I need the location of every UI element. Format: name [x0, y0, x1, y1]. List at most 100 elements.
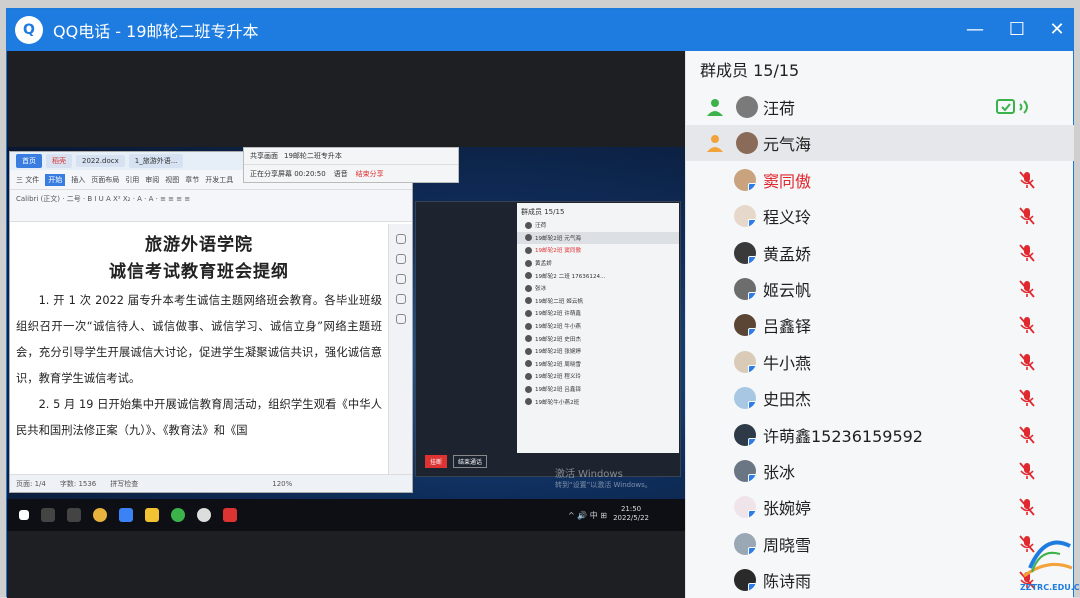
member-row[interactable]: 汪荷 — [686, 89, 1074, 125]
doc-heading: 旅游外语学院 — [145, 235, 253, 255]
remote-member-name: 19邮轮2班 许萌鑫 — [535, 311, 582, 318]
member-row[interactable]: 吕鑫铎 — [686, 307, 1074, 343]
avatar — [736, 132, 758, 155]
member-name: 吕鑫铎 — [763, 317, 812, 337]
host-user-icon — [707, 99, 723, 116]
activate-subtitle: 转到“设置”以激活 Windows。 — [555, 481, 652, 489]
device-badge-icon — [748, 255, 756, 264]
device-badge-icon — [748, 182, 756, 191]
taskbar-clock: 21:50 2022/5/22 — [613, 505, 649, 523]
remote-hangup-button: 挂断 — [425, 455, 448, 468]
member-row[interactable]: 元气海 — [686, 125, 1074, 162]
mic-off-icon[interactable] — [1018, 170, 1036, 190]
remote-member-item: 19邮轮2班 牛小燕 — [517, 320, 679, 333]
member-name: 汪荷 — [763, 99, 796, 118]
member-name: 周晓雪 — [763, 535, 812, 555]
remote-member-item: 张冰 — [517, 282, 679, 295]
remote-avatar-icon — [525, 322, 532, 330]
remote-member-name: 张冰 — [535, 286, 547, 293]
task-view-icon — [67, 508, 81, 522]
remote-taskbar: ^ 🔊 中 ⊞ 21:50 2022/5/22 — [7, 499, 685, 531]
doc-menu-item: 视图 — [165, 175, 180, 184]
mic-off-icon[interactable] — [1018, 461, 1036, 481]
close-button[interactable]: ✕ — [1043, 17, 1071, 43]
remote-member-list: 汪荷 19邮轮2班 元气海 19邮轮2班 窦同傲 黄孟娇 19邮轮2 二班 176361… — [517, 219, 679, 408]
remote-avatar-icon — [525, 335, 532, 343]
avatar — [734, 314, 756, 337]
remote-end-button: 结束通话 — [453, 455, 488, 468]
member-panel: 群成员 15/15 汪荷元气海 窦同傲 程义玲 黄孟娇姬云帆吕鑫铎牛小燕 史田杰许萌鑫1… — [685, 51, 1074, 598]
doc-menu-item: 开发工具 — [205, 175, 234, 184]
title-bar[interactable]: Q QQ电话 - 19邮轮二班专升本 — ☐ ✕ — [7, 9, 1073, 51]
device-badge-icon — [748, 219, 756, 228]
remote-avatar-icon — [525, 347, 532, 355]
remote-member-item: 19邮轮2班 许萌鑫 — [517, 307, 679, 320]
share-tab: 共享画面 — [250, 152, 278, 160]
avatar — [734, 278, 756, 300]
device-badge-icon — [748, 328, 756, 337]
video-area[interactable]: 群成员 15/15 汪荷 19邮轮2班 元气海 19邮轮2班 窦同傲 黄孟娇 19邮轮2… — [7, 51, 685, 598]
remote-member-item: 19邮轮牛小燕2班 — [517, 395, 679, 408]
wps-icon — [223, 508, 237, 522]
system-tray: ^ 🔊 中 ⊞ — [568, 511, 607, 520]
share-status: 正在分享屏幕 00:20:50 — [250, 169, 326, 178]
remote-member-name: 19邮轮2班 元气海 — [535, 235, 582, 242]
mic-off-icon[interactable] — [1018, 243, 1036, 263]
mic-off-icon[interactable] — [1018, 352, 1036, 372]
pen-icon — [395, 234, 406, 244]
remote-avatar-icon — [525, 372, 532, 380]
maximize-button[interactable]: ☐ — [1003, 17, 1031, 43]
minimize-button[interactable]: — — [961, 17, 989, 43]
member-row[interactable]: 程义玲 — [686, 198, 1074, 234]
member-name: 许萌鑫15236159592 — [763, 426, 923, 446]
member-row[interactable]: 许萌鑫15236159592 — [686, 417, 1074, 453]
mic-off-icon[interactable] — [1018, 315, 1036, 335]
mic-off-icon[interactable] — [1018, 425, 1036, 445]
remote-avatar-icon — [525, 246, 532, 254]
remote-member-title: 群成员 15/15 — [521, 208, 565, 216]
member-name: 张冰 — [763, 463, 796, 482]
remote-avatar-icon — [525, 221, 532, 229]
mic-off-icon[interactable] — [1018, 279, 1036, 299]
remote-member-name: 19邮轮2班 张婉婷 — [535, 349, 582, 356]
member-panel-title: 群成员 15/15 — [700, 61, 800, 80]
member-row[interactable]: 姬云帆 — [686, 271, 1074, 307]
device-badge-icon — [748, 474, 756, 482]
speaking-icon — [996, 99, 1028, 114]
wechat-icon — [171, 508, 185, 522]
doc-tab: 稻壳 — [46, 154, 72, 168]
shared-screen[interactable]: 群成员 15/15 汪荷 19邮轮2班 元气海 19邮轮2班 窦同傲 黄孟娇 19邮轮2… — [7, 147, 685, 531]
share-stop: 结束分享 — [355, 169, 384, 178]
mic-off-icon[interactable] — [1018, 388, 1036, 408]
member-row[interactable]: 史田杰 — [686, 380, 1074, 416]
member-row[interactable]: 牛小燕 — [686, 344, 1074, 380]
device-badge-icon — [748, 583, 756, 592]
page-count: 页面: 1/4 — [16, 479, 46, 488]
mic-off-icon[interactable] — [1018, 497, 1036, 517]
avatar — [734, 387, 756, 410]
member-name: 张婉婷 — [763, 499, 812, 519]
member-row[interactable]: 黄孟娇 — [686, 235, 1074, 271]
window-title: QQ电话 - 19邮轮二班专升本 — [53, 18, 259, 42]
title-separator: - — [110, 22, 127, 41]
member-row[interactable]: 窦同傲 — [686, 162, 1074, 198]
mic-off-icon[interactable] — [1018, 206, 1036, 226]
remote-call-buttons: 挂断 结束通话 — [425, 455, 488, 468]
remote-avatar-icon — [525, 284, 532, 292]
remote-document-window: 首页 稻壳 2022.docx 1_旅游外语... 三 文件 开始 插入 页面布… — [9, 151, 413, 493]
doc-menu-item: 开始 — [45, 173, 66, 186]
remote-member-name: 19邮轮2班 周晓雪 — [535, 361, 582, 368]
cursor-icon — [395, 254, 406, 264]
spell-check: 拼写检查 — [110, 479, 139, 488]
member-name: 姬云帆 — [763, 281, 812, 300]
remote-member-item: 19邮轮2班 史田杰 — [517, 332, 679, 345]
remote-avatar-icon — [525, 360, 532, 368]
browser-icon — [93, 508, 107, 522]
remote-avatar-icon — [525, 297, 532, 305]
clock-time: 21:50 — [620, 505, 642, 513]
doc-tab: 1_旅游外语... — [128, 154, 184, 168]
avatar — [736, 96, 758, 118]
clock-date: 2022/5/22 — [613, 514, 649, 522]
member-row[interactable]: 张婉婷 — [686, 489, 1074, 525]
member-row[interactable]: 张冰 — [686, 453, 1074, 489]
